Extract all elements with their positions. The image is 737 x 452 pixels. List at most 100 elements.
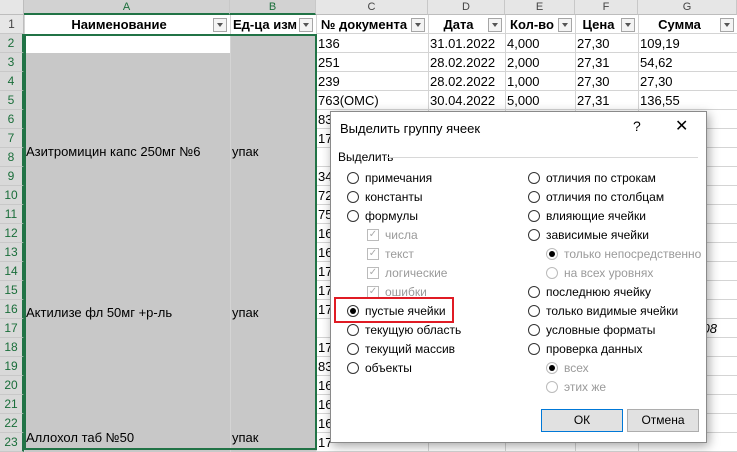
row-header[interactable]: 20 xyxy=(0,376,24,395)
radio-icon[interactable] xyxy=(528,343,540,355)
row-header[interactable]: 21 xyxy=(0,395,24,414)
option-label: числа xyxy=(385,228,418,242)
cell-price[interactable]: 27,30 xyxy=(575,34,638,53)
option-label: примечания xyxy=(365,171,433,185)
filter-dropdown-icon[interactable] xyxy=(558,18,572,32)
row-header[interactable]: 23 xyxy=(0,433,24,452)
radio-icon[interactable] xyxy=(528,305,540,317)
cell-price[interactable]: 27,31 xyxy=(575,53,638,72)
cell-doc[interactable]: 763(ОМС) xyxy=(316,91,428,110)
radio-icon[interactable] xyxy=(347,172,359,184)
row-header[interactable]: 13 xyxy=(0,243,24,262)
column-header-f[interactable]: F xyxy=(575,0,638,15)
ok-button[interactable]: ОК xyxy=(541,409,623,432)
column-header-b[interactable]: B xyxy=(230,0,316,15)
row-header[interactable]: 12 xyxy=(0,224,24,243)
radio-icon[interactable] xyxy=(347,362,359,374)
row-header[interactable]: 8 xyxy=(0,148,24,167)
row-header[interactable]: 6 xyxy=(0,110,24,129)
cell-qty[interactable]: 1,000 xyxy=(505,72,575,91)
radio-icon[interactable] xyxy=(528,324,540,336)
radio-icon[interactable] xyxy=(528,229,540,241)
cell-sum[interactable]: 54,62 xyxy=(638,53,737,72)
go-to-special-dialog: Выделить группу ячеек ? ✕ Выделить приме… xyxy=(330,111,707,443)
cell-qty[interactable]: 4,000 xyxy=(505,34,575,53)
cell-date[interactable]: 30.04.2022 xyxy=(428,91,505,110)
radio-icon[interactable] xyxy=(528,210,540,222)
cell-qty[interactable]: 5,000 xyxy=(505,91,575,110)
filter-dropdown-icon[interactable] xyxy=(488,18,502,32)
option-label: влияющие ячейки xyxy=(546,209,646,223)
cell-sum[interactable]: 109,19 xyxy=(638,34,737,53)
header-sum[interactable]: Сумма xyxy=(638,15,721,34)
row-header[interactable]: 2 xyxy=(0,34,24,53)
option-label: формулы xyxy=(365,209,418,223)
row-header[interactable]: 14 xyxy=(0,262,24,281)
close-icon[interactable]: ✕ xyxy=(675,116,688,136)
dialog-title: Выделить группу ячеек xyxy=(340,121,481,136)
row-header[interactable]: 22 xyxy=(0,414,24,433)
row-header[interactable]: 10 xyxy=(0,186,24,205)
cell-doc[interactable]: 239 xyxy=(316,72,428,91)
option-label: объекты xyxy=(365,361,412,375)
header-qty[interactable]: Кол-во xyxy=(505,15,559,34)
filter-dropdown-icon[interactable] xyxy=(299,18,313,32)
radio-icon[interactable] xyxy=(528,286,540,298)
row-header[interactable]: 4 xyxy=(0,72,24,91)
row-header[interactable]: 16 xyxy=(0,300,24,319)
radio-icon[interactable] xyxy=(528,191,540,203)
column-header-a[interactable]: A xyxy=(24,0,230,15)
cell-doc[interactable]: 251 xyxy=(316,53,428,72)
cell-price[interactable]: 27,30 xyxy=(575,72,638,91)
filter-dropdown-icon[interactable] xyxy=(720,18,734,32)
header-doc[interactable]: № документа xyxy=(316,15,412,34)
option-label: последнюю ячейку xyxy=(546,285,652,299)
option-label: этих же xyxy=(564,380,607,394)
row-header[interactable]: 1 xyxy=(0,15,24,34)
cell-qty[interactable]: 2,000 xyxy=(505,53,575,72)
cancel-button[interactable]: Отмена xyxy=(627,409,699,432)
radio-icon xyxy=(546,248,558,260)
header-price[interactable]: Цена xyxy=(575,15,622,34)
header-unit[interactable]: Ед-ца изм xyxy=(230,15,300,34)
header-name[interactable]: Наименование xyxy=(24,15,214,34)
option-label: логические xyxy=(385,266,448,280)
radio-icon[interactable] xyxy=(347,343,359,355)
row-header[interactable]: 9 xyxy=(0,167,24,186)
option-label: отличия по строкам xyxy=(546,171,656,185)
radio-icon[interactable] xyxy=(347,324,359,336)
option-label: только видимые ячейки xyxy=(546,304,679,318)
radio-icon[interactable] xyxy=(528,172,540,184)
filter-dropdown-icon[interactable] xyxy=(213,18,227,32)
row-header[interactable]: 18 xyxy=(0,338,24,357)
cell-date[interactable]: 31.01.2022 xyxy=(428,34,505,53)
filter-dropdown-icon[interactable] xyxy=(621,18,635,32)
select-all-corner[interactable] xyxy=(0,0,24,15)
column-header-d[interactable]: D xyxy=(428,0,505,15)
row-header[interactable]: 19 xyxy=(0,357,24,376)
row-header[interactable]: 3 xyxy=(0,53,24,72)
column-header-c[interactable]: C xyxy=(316,0,428,15)
row-header[interactable]: 15 xyxy=(0,281,24,300)
row-header[interactable]: 17 xyxy=(0,319,24,338)
group-divider xyxy=(386,157,698,158)
help-icon[interactable]: ? xyxy=(633,118,641,134)
cell-date[interactable]: 28.02.2022 xyxy=(428,53,505,72)
header-date[interactable]: Дата xyxy=(428,15,489,34)
option-label: текущий массив xyxy=(365,342,456,356)
radio-icon[interactable] xyxy=(347,210,359,222)
row-header[interactable]: 5 xyxy=(0,91,24,110)
cell-sum[interactable]: 27,30 xyxy=(638,72,737,91)
cell-doc[interactable]: 136 xyxy=(316,34,428,53)
checkbox-icon: ✓ xyxy=(367,229,379,241)
cell-price[interactable]: 27,31 xyxy=(575,91,638,110)
cell-date[interactable]: 28.02.2022 xyxy=(428,72,505,91)
cell-sum[interactable]: 136,55 xyxy=(638,91,737,110)
radio-icon[interactable] xyxy=(347,191,359,203)
row-header[interactable]: 7 xyxy=(0,129,24,148)
column-header-g[interactable]: G xyxy=(638,0,737,15)
row-header[interactable]: 11 xyxy=(0,205,24,224)
filter-dropdown-icon[interactable] xyxy=(411,18,425,32)
column-header-e[interactable]: E xyxy=(505,0,575,15)
option-label: на всех уровнях xyxy=(564,266,654,280)
